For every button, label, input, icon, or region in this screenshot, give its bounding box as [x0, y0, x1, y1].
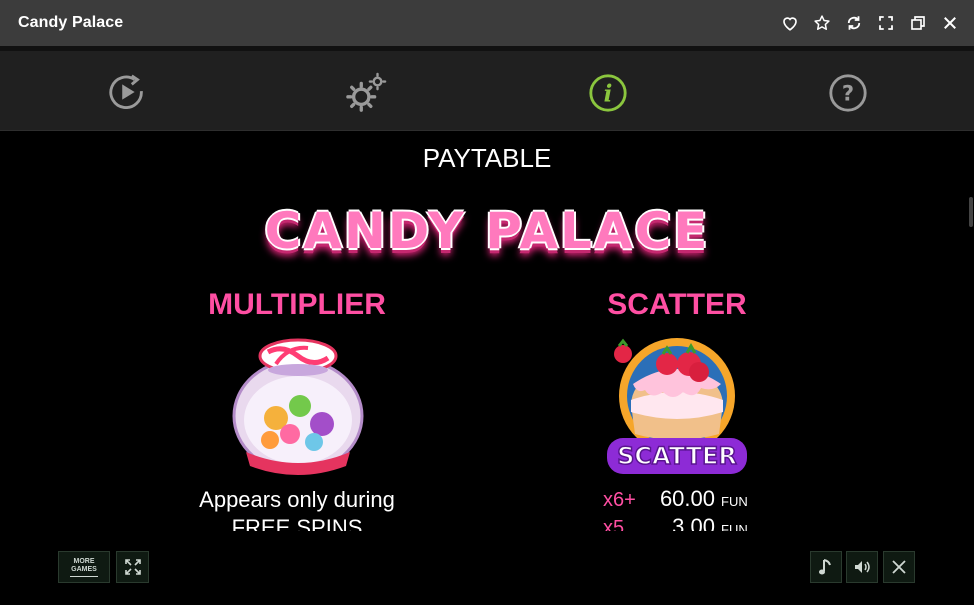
pay-amount: 60.00 — [659, 486, 715, 511]
multiplier-description-line2: FREE SPINS — [231, 515, 363, 531]
sound-icon — [855, 561, 870, 573]
more-games-label-line1: MORE — [73, 557, 95, 565]
scatter-symbol-label: SCATTER — [617, 442, 737, 470]
star-icon[interactable] — [810, 11, 834, 35]
info-icon: i — [589, 74, 627, 112]
candy-jar-symbol — [232, 338, 364, 475]
game-logo: CANDY PALACE — [257, 199, 717, 263]
pay-count: x6+ — [603, 489, 636, 511]
window-titlebar: Candy Palace — [0, 0, 974, 46]
help-icon: ? — [829, 74, 867, 112]
sound-button[interactable] — [846, 551, 878, 583]
scatter-title: SCATTER — [607, 288, 747, 321]
settings-button[interactable] — [345, 71, 389, 115]
svg-text:i: i — [604, 81, 613, 108]
game-menu-toolbar: i ? — [0, 51, 974, 131]
restore-icon[interactable] — [906, 11, 930, 35]
svg-text:?: ? — [842, 82, 854, 106]
refresh-icon[interactable] — [842, 11, 866, 35]
pay-count: x5 — [603, 517, 625, 531]
autoplay-button[interactable] — [105, 71, 149, 115]
close-icon — [892, 560, 906, 574]
info-button[interactable]: i — [586, 71, 630, 115]
window-title: Candy Palace — [18, 14, 124, 31]
pay-row: x6+ 60.00 FUN — [603, 486, 803, 514]
scatter-cake-symbol: SCATTER — [607, 338, 747, 474]
game-logo-text: CANDY PALACE — [264, 202, 710, 260]
pay-currency: FUN — [721, 522, 748, 531]
close-game-button[interactable] — [883, 551, 915, 583]
close-icon[interactable] — [938, 11, 962, 35]
paytable-scrollbar[interactable] — [968, 131, 974, 601]
more-games-button[interactable]: MORE GAMES — [58, 551, 110, 583]
help-button[interactable]: ? — [826, 71, 870, 115]
heart-icon[interactable] — [778, 11, 802, 35]
expand-button[interactable] — [116, 551, 149, 583]
music-icon — [819, 559, 831, 575]
paytable-heading: PAYTABLE — [422, 143, 552, 173]
expand-icon — [124, 559, 141, 575]
scrollbar-thumb[interactable] — [969, 197, 973, 227]
window-controls — [778, 0, 962, 46]
settings-icon — [346, 72, 387, 112]
fullscreen-icon[interactable] — [874, 11, 898, 35]
music-button[interactable] — [810, 551, 842, 583]
more-games-label-line2: GAMES — [71, 565, 97, 573]
multiplier-description-line1: Appears only during — [199, 487, 395, 512]
multiplier-description: Appears only during FREE SPINS — [147, 486, 447, 531]
scatter-paytable: x6+ 60.00 FUN x5 3.00 FUN — [603, 486, 803, 531]
pay-amount: 3.00 — [672, 514, 715, 531]
pay-currency: FUN — [721, 494, 748, 509]
multiplier-title: MULTIPLIER — [208, 288, 386, 321]
autoplay-icon — [109, 74, 143, 109]
pay-row: x5 3.00 FUN — [603, 514, 803, 531]
paytable-panel: PAYTABLE CANDY PALACE MULTIPLIER SCATTER — [0, 131, 974, 531]
underline — [70, 575, 98, 577]
